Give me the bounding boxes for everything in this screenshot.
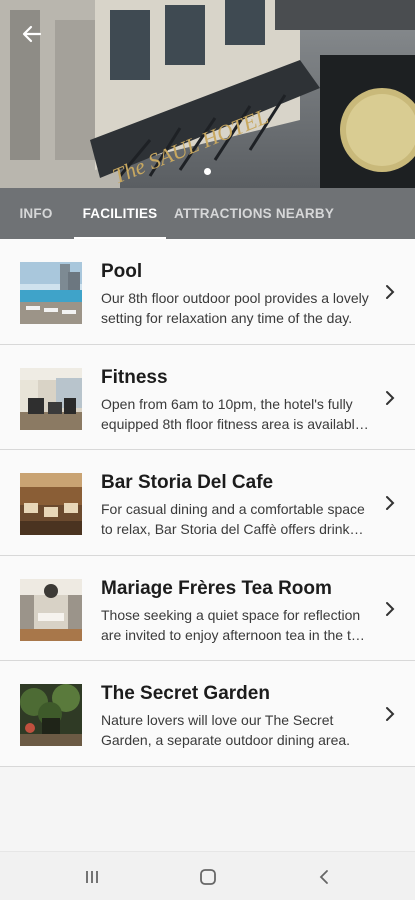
list-item[interactable]: Pool Our 8th floor outdoor pool provides… [0,239,415,345]
item-title: Mariage Frères Tea Room [101,577,332,599]
item-description: For casual dining and a comfortable spac… [101,501,365,537]
system-navigation-bar [0,851,415,900]
recents-button[interactable] [81,866,103,888]
list-item[interactable]: Bar Storia Del Cafe For casual dining an… [0,450,415,556]
hero-image[interactable]: The SAUL HOTEL [0,0,415,188]
system-back-button[interactable] [313,866,335,888]
tea-room-photo [20,578,82,641]
item-title: Pool [101,261,143,282]
list-item[interactable]: Mariage Frères Tea Room Those seeking a … [0,555,415,661]
tab-info[interactable]: INFO [0,188,72,239]
tab-bar: INFO FACILITIES ATTRACTIONS NEARBY [0,188,415,239]
chevron-right-icon [386,390,395,405]
recents-icon [86,871,98,883]
bar-photo [20,473,82,535]
item-description: Open from 6am to 10pm, the hotel's fully… [101,395,363,432]
carousel-indicator [0,168,415,175]
item-title: Fitness [101,366,168,388]
garden-photo [20,684,82,746]
chevron-right-icon [386,707,395,721]
back-button[interactable] [18,20,46,48]
carousel-dot[interactable] [204,168,211,175]
item-description: Our 8th floor outdoor pool provides a lo… [101,290,369,326]
item-title: The Secret Garden [101,683,270,704]
hotel-facade-photo: The SAUL HOTEL [0,0,415,188]
list-item[interactable]: The Secret Garden Nature lovers will lov… [0,661,415,767]
chevron-right-icon [386,496,395,510]
facilities-list: Pool Our 8th floor outdoor pool provides… [0,239,415,767]
tab-info-label: INFO [19,206,53,221]
arrow-left-icon [22,25,42,43]
chevron-right-icon [386,601,395,616]
item-description: Those seeking a quiet space for reflecti… [101,606,367,643]
item-title: Bar Storia Del Cafe [101,472,274,493]
system-back-icon [319,870,328,884]
tab-attractions-nearby[interactable]: ATTRACTIONS NEARBY [168,188,340,239]
tab-attractions-label: ATTRACTIONS NEARBY [173,206,335,221]
home-button[interactable] [197,866,219,888]
chevron-right-icon [386,285,395,299]
tab-facilities[interactable]: FACILITIES [72,188,168,239]
gym-photo [20,367,82,430]
list-item[interactable]: Fitness Open from 6am to 10pm, the hotel… [0,344,415,450]
item-description: Nature lovers will love our The Secret G… [101,712,351,748]
home-icon [200,869,216,885]
pool-photo [20,262,82,324]
tab-facilities-label: FACILITIES [82,206,158,221]
